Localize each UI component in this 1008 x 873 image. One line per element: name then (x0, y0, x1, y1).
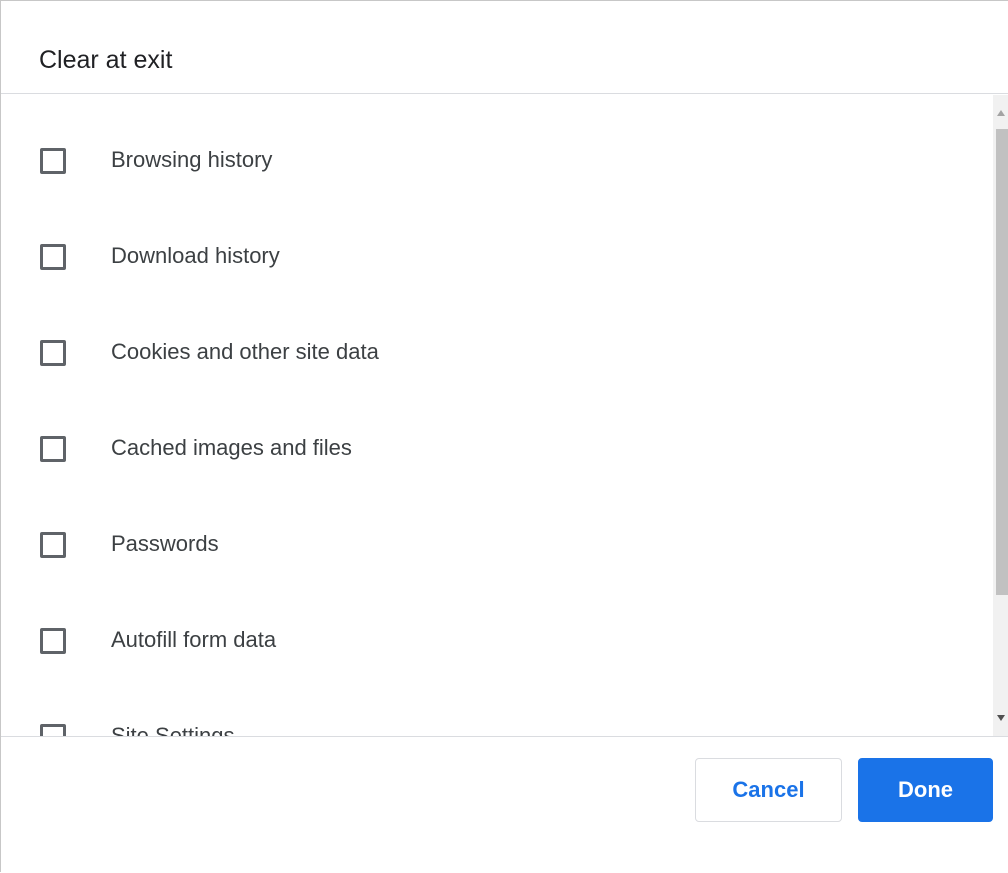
dialog-footer: Cancel Done (1, 736, 1008, 873)
option-label: Browsing history (111, 147, 273, 172)
option-cookies[interactable]: Cookies and other site data (1, 339, 981, 400)
scrollbar[interactable] (993, 95, 1008, 736)
cached-images-checkbox[interactable] (40, 436, 66, 462)
option-browsing-history[interactable]: Browsing history (1, 147, 981, 208)
cookies-checkbox[interactable] (40, 340, 66, 366)
autofill-checkbox[interactable] (40, 628, 66, 654)
scroll-thumb[interactable] (996, 129, 1008, 595)
site-settings-checkbox[interactable] (40, 724, 66, 736)
option-label: Autofill form data (111, 627, 277, 652)
option-label: Cookies and other site data (111, 339, 379, 364)
option-label: Download history (111, 243, 280, 268)
clear-at-exit-dialog: Clear at exit Browsing history Download … (0, 0, 1008, 872)
passwords-checkbox[interactable] (40, 532, 66, 558)
done-button[interactable]: Done (858, 758, 993, 822)
option-download-history[interactable]: Download history (1, 243, 981, 304)
cancel-button[interactable]: Cancel (695, 758, 842, 822)
browsing-history-checkbox[interactable] (40, 148, 66, 174)
scroll-up-arrow-icon[interactable] (993, 105, 1008, 121)
option-site-settings[interactable]: Site Settings (1, 723, 981, 736)
option-passwords[interactable]: Passwords (1, 531, 981, 592)
download-history-checkbox[interactable] (40, 244, 66, 270)
option-label: Passwords (111, 531, 219, 556)
dialog-title: Clear at exit (39, 46, 173, 74)
option-label: Cached images and files (111, 435, 352, 460)
dialog-header: Clear at exit (1, 1, 1008, 94)
option-cached-images[interactable]: Cached images and files (1, 435, 981, 496)
option-autofill[interactable]: Autofill form data (1, 627, 981, 688)
scroll-down-arrow-icon[interactable] (993, 710, 1008, 726)
options-list: Browsing history Download history Cookie… (1, 95, 993, 736)
option-label: Site Settings (111, 723, 235, 736)
